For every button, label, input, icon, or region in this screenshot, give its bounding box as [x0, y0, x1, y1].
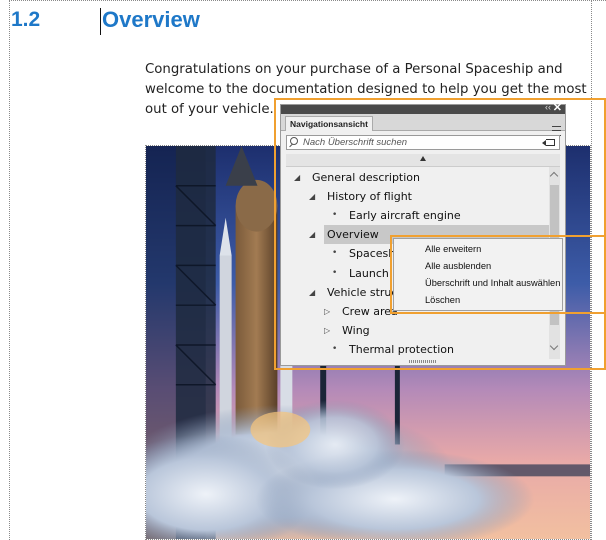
scroll-down-icon[interactable]	[549, 341, 559, 351]
scroll-to-top-button[interactable]	[286, 154, 560, 167]
tree-item-label: Crew area	[342, 304, 398, 318]
expanded-triangle-icon[interactable]: ◢	[309, 187, 315, 206]
bullet-icon: •	[332, 343, 338, 354]
tree-item-label: General description	[312, 171, 421, 184]
expanded-triangle-icon[interactable]: ◢	[294, 168, 300, 187]
panel-title-bar[interactable]: ‹‹ ✕	[281, 102, 565, 114]
collapsed-triangle-icon[interactable]: ▷	[324, 302, 330, 321]
tab-navigationsansicht[interactable]: Navigationsansicht	[285, 116, 373, 131]
tree-item[interactable]: ◢ History of flight	[309, 187, 412, 206]
tree-context-menu[interactable]: Alle erweitern Alle ausblenden Überschri…	[393, 238, 563, 311]
tree-item-label: Early aircraft engine	[349, 209, 461, 223]
text-cursor	[100, 8, 101, 35]
tree-item[interactable]: ▷ Wing	[324, 321, 370, 340]
close-icon[interactable]: ✕	[553, 101, 562, 114]
expanded-triangle-icon[interactable]: ◢	[309, 283, 315, 302]
menu-item-alle-ausblenden[interactable]: Alle ausblenden	[425, 258, 491, 275]
heading-search-box[interactable]	[286, 135, 560, 150]
section-number: 1.2	[11, 8, 41, 31]
scroll-up-icon[interactable]	[549, 171, 559, 181]
tree-item-label: Wing	[342, 323, 370, 337]
panel-tab-row: Navigationsansicht	[281, 114, 565, 136]
tree-item-label: Overview	[327, 228, 379, 242]
resize-grip[interactable]	[409, 360, 437, 363]
tree-item-label: History of flight	[327, 190, 412, 204]
bullet-icon: •	[332, 248, 338, 259]
tree-item[interactable]: ◢ General description	[294, 168, 421, 187]
section-title[interactable]: Overview	[102, 7, 200, 33]
heading-search-input[interactable]	[303, 136, 533, 149]
menu-item-alle-erweitern[interactable]: Alle erweitern	[425, 241, 481, 258]
bullet-icon: •	[332, 210, 338, 221]
bullet-icon: •	[332, 267, 338, 278]
menu-item-loeschen[interactable]: Löschen	[425, 292, 460, 309]
expanded-triangle-icon[interactable]: ◢	[309, 225, 315, 244]
collapsed-triangle-icon[interactable]: ▷	[324, 321, 330, 340]
tree-item[interactable]: • Thermal protection	[332, 340, 454, 359]
tree-item-label: Thermal protection	[349, 342, 454, 356]
tree-item[interactable]: • Early aircraft engine	[332, 206, 461, 225]
menu-item-ueberschrift-inhalt-auswaehlen[interactable]: Überschrift und Inhalt auswählen	[425, 275, 560, 292]
collapse-panel-icon[interactable]: ‹‹	[545, 102, 551, 112]
search-icon	[290, 137, 298, 145]
arrow-up-icon	[420, 156, 426, 161]
clear-search-icon[interactable]	[542, 139, 555, 146]
navigation-panel[interactable]: ‹‹ ✕ Navigationsansicht ◢ General descrip…	[280, 102, 566, 366]
text-frame-edge	[591, 0, 592, 540]
tree-item[interactable]: ▷ Crew area	[324, 302, 398, 321]
